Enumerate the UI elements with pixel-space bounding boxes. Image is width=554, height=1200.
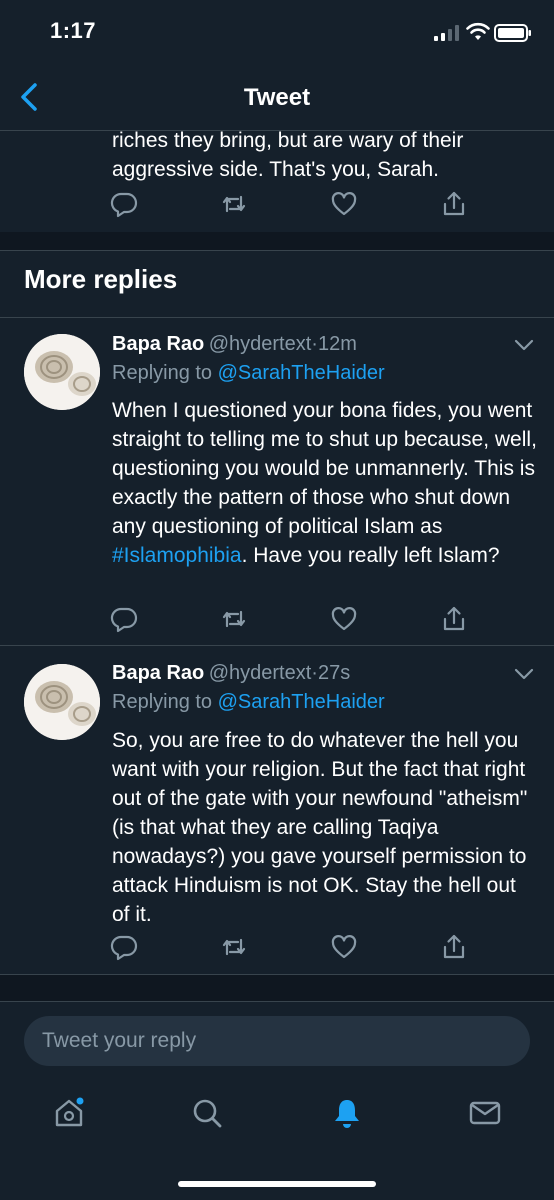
tweet-time: 27s xyxy=(317,662,351,684)
tweet-text-part: When I questioned your bona fides, you w… xyxy=(112,399,537,538)
author-name[interactable]: Bapa Rao xyxy=(112,333,204,355)
author-handle[interactable]: @hydertext xyxy=(209,662,312,684)
reply-icon[interactable] xyxy=(110,933,138,961)
divider xyxy=(0,250,554,251)
section-divider xyxy=(0,232,554,250)
mention-link[interactable]: @SarahTheHaider xyxy=(218,691,385,713)
author-handle[interactable]: @hydertext xyxy=(209,333,312,355)
reply-header: Bapa Rao @hydertext·27s xyxy=(112,662,350,685)
avatar[interactable] xyxy=(24,334,100,410)
chevron-down-icon[interactable] xyxy=(514,339,534,351)
mention-link[interactable]: @SarahTheHaider xyxy=(218,362,385,384)
reply-icon[interactable] xyxy=(110,190,138,218)
home-indicator xyxy=(178,1181,376,1187)
time-separator: · xyxy=(311,662,318,684)
section-divider xyxy=(0,975,554,1001)
share-icon[interactable] xyxy=(440,605,468,633)
avatar[interactable] xyxy=(24,664,100,740)
replying-to: Replying to @SarahTheHaider xyxy=(112,362,385,385)
share-icon[interactable] xyxy=(440,933,468,961)
tweet-time: 12m xyxy=(317,333,357,355)
tweet-actions xyxy=(0,605,554,633)
hashtag-link[interactable]: #Islamophibia xyxy=(112,544,242,567)
divider xyxy=(0,317,554,318)
share-icon[interactable] xyxy=(440,190,468,218)
reply-input-placeholder[interactable]: Tweet your reply xyxy=(42,1029,196,1053)
tweet-text: When I questioned your bona fides, you w… xyxy=(112,396,537,570)
retweet-icon[interactable] xyxy=(220,933,248,961)
reply-header: Bapa Rao @hydertext·12m xyxy=(112,333,357,356)
replying-prefix: Replying to xyxy=(112,362,213,384)
retweet-icon[interactable] xyxy=(220,605,248,633)
page-title: Tweet xyxy=(243,84,311,111)
chevron-down-icon[interactable] xyxy=(514,668,534,680)
replying-to: Replying to @SarahTheHaider xyxy=(112,691,385,714)
wifi-icon xyxy=(466,22,490,40)
like-icon[interactable] xyxy=(330,933,358,961)
tweet-text-part: . Have you really left Islam? xyxy=(241,544,500,567)
messages-icon[interactable] xyxy=(468,1096,502,1130)
status-time: 1:17 xyxy=(50,18,97,43)
tweet-text: So, you are free to do whatever the hell… xyxy=(112,729,528,926)
tweet-text: riches they bring, but are wary of their… xyxy=(112,129,464,181)
divider xyxy=(0,1001,554,1002)
like-icon[interactable] xyxy=(330,605,358,633)
cellular-signal-icon xyxy=(434,25,459,41)
battery-icon xyxy=(494,24,531,42)
tweet-actions xyxy=(0,933,554,961)
replying-prefix: Replying to xyxy=(112,691,213,713)
notifications-icon[interactable] xyxy=(330,1096,364,1130)
reply-icon[interactable] xyxy=(110,605,138,633)
tweet-actions xyxy=(0,190,554,218)
like-icon[interactable] xyxy=(330,190,358,218)
author-name[interactable]: Bapa Rao xyxy=(112,662,204,684)
section-title: More replies xyxy=(24,264,178,294)
time-separator: · xyxy=(311,333,318,355)
divider xyxy=(0,645,554,646)
home-icon[interactable] xyxy=(52,1096,86,1130)
retweet-icon[interactable] xyxy=(220,190,248,218)
search-icon[interactable] xyxy=(190,1096,224,1130)
